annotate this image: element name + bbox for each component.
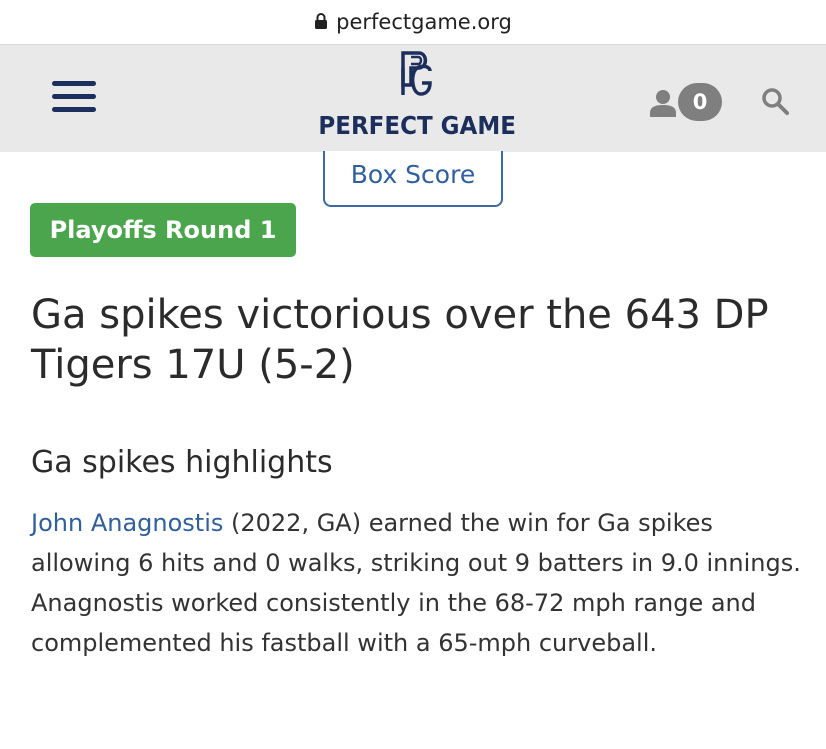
user-icon[interactable] <box>650 89 676 117</box>
url-text: perfectgame.org <box>336 10 512 34</box>
browser-url-bar[interactable]: perfectgame.org <box>0 0 826 44</box>
highlights-paragraph: John Anagnostis (2022, GA) earned the wi… <box>31 503 801 663</box>
brand-wordmark: PERFECT GAME <box>318 111 516 140</box>
box-score-tab[interactable]: Box Score <box>323 151 503 207</box>
cart-count-badge[interactable]: 0 <box>678 83 722 121</box>
hamburger-menu-icon[interactable] <box>52 81 96 115</box>
pg-monogram-logo <box>401 51 432 96</box>
player-link[interactable]: John Anagnostis <box>31 509 223 537</box>
round-badge: Playoffs Round 1 <box>30 203 296 257</box>
article-headline: Ga spikes victorious over the 643 DP Tig… <box>31 292 769 388</box>
perfect-game-logo[interactable]: PERFECT GAME <box>310 51 520 147</box>
search-icon[interactable] <box>761 87 789 115</box>
lock-icon <box>315 13 328 29</box>
highlights-subheading: Ga spikes highlights <box>31 445 333 480</box>
site-header: PERFECT GAME 0 <box>0 44 826 152</box>
